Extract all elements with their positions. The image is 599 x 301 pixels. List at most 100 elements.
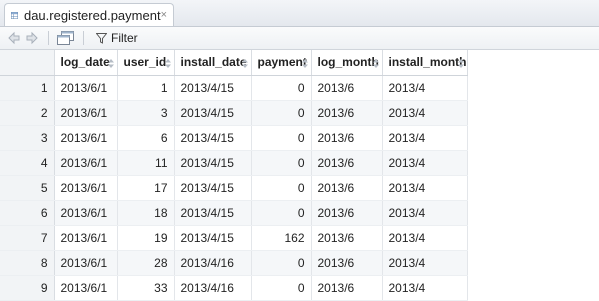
table-row[interactable]: 2 2013/6/1 3 2013/4/15 0 2013/6 2013/4: [0, 100, 468, 126]
filter-icon: [96, 32, 107, 44]
cell-user-id: 28: [117, 250, 175, 276]
cell-install-date: 2013/4/15: [174, 125, 252, 151]
tab-title: dau.registered.payment: [23, 7, 161, 23]
column-header-label: log_date: [60, 55, 110, 70]
cell-log-date: 2013/6/1: [54, 75, 118, 101]
cell-log-date: 2013/6/1: [54, 225, 118, 251]
cell-user-id: 6: [117, 125, 175, 151]
cell-install-date: 2013/4/15: [174, 100, 252, 126]
data-grid: log_date user_id install_date payment log_mo…: [0, 50, 468, 301]
cell-install-month: 2013/4: [382, 125, 468, 151]
column-header-log-month[interactable]: log_month: [311, 50, 383, 76]
cell-user-id: 18: [117, 200, 175, 226]
cell-log-month: 2013/6: [311, 225, 383, 251]
cell-log-date: 2013/6/1: [54, 150, 118, 176]
column-header-install-date[interactable]: install_date: [174, 50, 252, 76]
cell-install-month: 2013/4: [382, 75, 468, 101]
row-number: 7: [0, 225, 55, 251]
cell-install-date: 2013/4/15: [174, 225, 252, 251]
sort-arrows-icon: [164, 59, 171, 68]
table-row[interactable]: 4 2013/6/1 11 2013/4/15 0 2013/6 2013/4: [0, 150, 468, 176]
toolbar-divider: [48, 31, 49, 45]
cell-payment: 0: [251, 100, 312, 126]
cell-log-month: 2013/6: [311, 175, 383, 201]
column-header-label: log_month: [317, 55, 379, 70]
filter-label: Filter: [111, 31, 138, 45]
column-header-install-month[interactable]: install_month: [382, 50, 468, 76]
cell-log-date: 2013/6/1: [54, 125, 118, 151]
table-row[interactable]: 1 2013/6/1 1 2013/4/15 0 2013/6 2013/4: [0, 75, 468, 101]
table-row[interactable]: 5 2013/6/1 17 2013/4/15 0 2013/6 2013/4: [0, 175, 468, 201]
sort-arrows-icon: [241, 59, 248, 68]
table-row[interactable]: 8 2013/6/1 28 2013/4/16 0 2013/6 2013/4: [0, 250, 468, 276]
cell-payment: 0: [251, 150, 312, 176]
toolbar-divider: [83, 31, 84, 45]
cell-log-date: 2013/6/1: [54, 175, 118, 201]
cell-user-id: 11: [117, 150, 175, 176]
column-header-label: payment: [257, 55, 307, 70]
column-header-label: user_id: [123, 55, 167, 70]
table-row[interactable]: 7 2013/6/1 19 2013/4/15 162 2013/6 2013/4: [0, 225, 468, 251]
close-icon[interactable]: ×: [161, 9, 167, 21]
column-header-payment[interactable]: payment: [251, 50, 312, 76]
cell-user-id: 19: [117, 225, 175, 251]
tab-dataset[interactable]: dau.registered.payment ×: [4, 3, 174, 26]
cell-install-date: 2013/4/15: [174, 75, 252, 101]
cell-payment: 0: [251, 250, 312, 276]
cell-install-date: 2013/4/15: [174, 200, 252, 226]
row-number: 1: [0, 75, 55, 101]
sort-arrows-icon: [457, 59, 464, 68]
cell-user-id: 1: [117, 75, 175, 101]
cell-install-month: 2013/4: [382, 150, 468, 176]
cell-install-date: 2013/4/16: [174, 250, 252, 276]
grid-body: 1 2013/6/1 1 2013/4/15 0 2013/6 2013/4 2 2013/6/…: [0, 75, 468, 301]
cell-payment: 0: [251, 125, 312, 151]
cell-payment: 0: [251, 200, 312, 226]
column-header-label: install_month: [388, 55, 467, 70]
cell-log-date: 2013/6/1: [54, 100, 118, 126]
cell-install-date: 2013/4/15: [174, 175, 252, 201]
column-header-user-id[interactable]: user_id: [117, 50, 175, 76]
sort-arrows-icon: [301, 59, 308, 68]
column-header-label: install_date: [180, 55, 247, 70]
back-button[interactable]: [0, 29, 22, 47]
row-number: 4: [0, 150, 55, 176]
cell-install-month: 2013/4: [382, 225, 468, 251]
cell-install-month: 2013/4: [382, 175, 468, 201]
cell-user-id: 3: [117, 100, 175, 126]
cell-payment: 0: [251, 75, 312, 101]
cell-log-month: 2013/6: [311, 150, 383, 176]
forward-button[interactable]: [22, 29, 40, 47]
cell-payment: 162: [251, 225, 312, 251]
cell-payment: 0: [251, 175, 312, 201]
header-row: log_date user_id install_date payment log_mo…: [0, 50, 468, 76]
cell-log-date: 2013/6/1: [54, 200, 118, 226]
tab-bar: dau.registered.payment ×: [0, 0, 599, 27]
sort-arrows-icon: [107, 59, 114, 68]
cell-log-month: 2013/6: [311, 125, 383, 151]
cell-log-month: 2013/6: [311, 75, 383, 101]
column-header-log-date[interactable]: log_date: [54, 50, 118, 76]
table-row[interactable]: 6 2013/6/1 18 2013/4/15 0 2013/6 2013/4: [0, 200, 468, 226]
cell-install-month: 2013/4: [382, 100, 468, 126]
row-number: 5: [0, 175, 55, 201]
cell-user-id: 17: [117, 175, 175, 201]
popout-icon: [57, 31, 74, 45]
row-number: 6: [0, 200, 55, 226]
table-row[interactable]: 3 2013/6/1 6 2013/4/15 0 2013/6 2013/4: [0, 125, 468, 151]
toolbar: Filter: [0, 27, 599, 50]
cell-install-month: 2013/4: [382, 200, 468, 226]
row-number: 2: [0, 100, 55, 126]
forward-arrow-icon: [26, 31, 38, 45]
cell-log-date: 2013/6/1: [54, 250, 118, 276]
cell-install-month: 2013/4: [382, 250, 468, 276]
open-in-window-button[interactable]: [57, 29, 75, 47]
filter-button[interactable]: Filter: [96, 31, 138, 45]
row-number-header: [0, 50, 55, 76]
table-icon: [11, 11, 18, 19]
cell-install-date: 2013/4/15: [174, 150, 252, 176]
cell-log-month: 2013/6: [311, 250, 383, 276]
row-number: 8: [0, 250, 55, 276]
cell-log-month: 2013/6: [311, 100, 383, 126]
row-number: 3: [0, 125, 55, 151]
